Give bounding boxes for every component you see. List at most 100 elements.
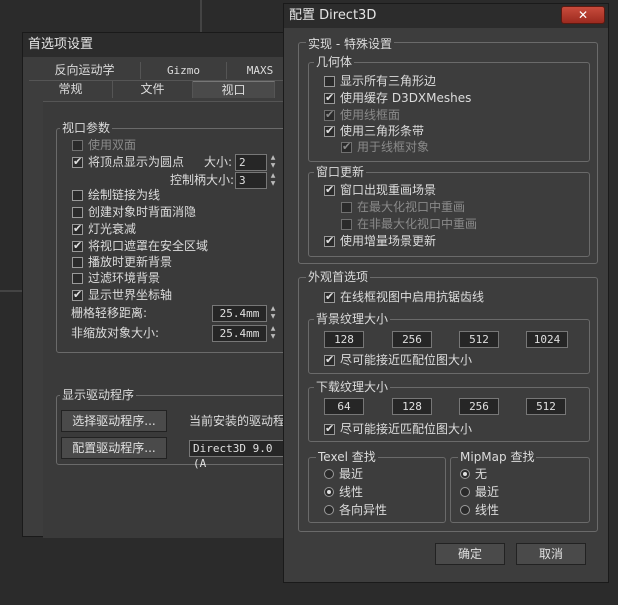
close-button[interactable]: ✕: [561, 6, 605, 24]
radio[interactable]: [460, 487, 470, 497]
grid-nudge-label: 栅格轻移距离:: [71, 306, 148, 320]
close-icon: ✕: [577, 8, 589, 22]
configure-driver-button[interactable]: 配置驱动程序...: [61, 437, 167, 459]
window-update-label: 窗口更新: [314, 165, 367, 179]
bg-size-512[interactable]: 512: [459, 331, 499, 348]
checkbox[interactable]: [324, 421, 335, 437]
texel-anisotropic[interactable]: 各向异性: [324, 502, 387, 518]
tabs-row-1: 反向运动学 Gizmo MAXS: [29, 62, 293, 81]
radio[interactable]: [324, 469, 334, 479]
draw-links-as-lines[interactable]: 绘制链接为线: [72, 187, 160, 203]
bg-size-256[interactable]: 256: [392, 331, 432, 348]
checkbox[interactable]: [324, 76, 335, 87]
checkbox[interactable]: [72, 221, 83, 237]
filter-env-backgrounds[interactable]: 过滤环境背景: [72, 270, 160, 286]
use-incremental-update[interactable]: 使用增量场景更新: [324, 233, 436, 249]
window-expose-redraws[interactable]: 窗口出现重画场景: [324, 182, 436, 198]
appearance-label: 外观首选项: [306, 270, 371, 284]
redraw-in-non-maximized[interactable]: 在非最大化视口中重画: [341, 216, 477, 232]
checkbox[interactable]: [324, 289, 335, 305]
geometry-label: 几何体: [314, 55, 355, 69]
antialias-wireframe[interactable]: 在线框视图中启用抗锯齿线: [324, 289, 484, 305]
checkbox[interactable]: [72, 287, 83, 303]
attenuate-lights[interactable]: 灯光衰减: [72, 221, 136, 237]
bg-size-1024[interactable]: 1024: [526, 331, 568, 348]
checkbox[interactable]: [324, 182, 335, 198]
preferences-window: 首选项设置 反向运动学 Gizmo MAXS 常规 文件 视口 视口参数 使用双…: [22, 32, 296, 538]
mipmap-none[interactable]: 无: [460, 466, 487, 482]
dl-size-256[interactable]: 256: [459, 398, 499, 415]
checkbox[interactable]: [324, 90, 335, 106]
vertex-as-dots[interactable]: 将顶点显示为圆点: [72, 154, 184, 170]
bg-texture-label: 背景纹理大小: [314, 312, 391, 326]
use-triangle-strips[interactable]: 使用三角形条带: [324, 123, 424, 139]
mask-to-safe-region[interactable]: 将视口遮罩在安全区域: [72, 238, 208, 254]
dl-size-64[interactable]: 64: [324, 398, 364, 415]
background-line: [200, 0, 202, 33]
dl-size-512[interactable]: 512: [526, 398, 566, 415]
config-direct3d-title: 配置 Direct3D: [289, 8, 377, 23]
texel-lookup-label: Texel 查找: [316, 450, 378, 464]
radio[interactable]: [460, 469, 470, 479]
checkbox[interactable]: [341, 202, 352, 213]
grid-nudge-input[interactable]: 25.4mm: [212, 305, 267, 322]
mipmap-lookup-label: MipMap 查找: [458, 450, 537, 464]
checkbox[interactable]: [72, 140, 83, 151]
redraw-in-maximized[interactable]: 在最大化视口中重画: [341, 199, 465, 215]
show-all-triangle-edges[interactable]: 显示所有三角形边: [324, 73, 436, 89]
preferences-titlebar[interactable]: 首选项设置: [23, 33, 291, 57]
special-settings-label: 实现 - 特殊设置: [306, 37, 394, 51]
config-direct3d-titlebar[interactable]: 配置 Direct3D ✕: [284, 4, 608, 28]
checkbox[interactable]: [324, 352, 335, 368]
checkbox[interactable]: [72, 273, 83, 284]
non-scaling-size-input[interactable]: 25.4mm: [212, 325, 267, 342]
non-scaling-size-spinner[interactable]: ▲ ▼: [268, 325, 278, 342]
handle-size-spinner[interactable]: ▲ ▼: [268, 172, 278, 189]
size-spinner[interactable]: ▲ ▼: [268, 154, 278, 171]
use-dual-planes[interactable]: 使用双面: [72, 137, 136, 153]
texel-linear[interactable]: 线性: [324, 484, 363, 500]
backface-cull-on-create[interactable]: 创建对象时背面消隐: [72, 204, 196, 220]
dl-match-bitmap-size[interactable]: 尽可能接近匹配位图大小: [324, 421, 472, 437]
ok-button[interactable]: 确定: [435, 543, 505, 565]
mipmap-linear[interactable]: 线性: [460, 502, 499, 518]
bg-size-128[interactable]: 128: [324, 331, 364, 348]
tab-viewports[interactable]: 视口: [193, 81, 275, 98]
dl-size-128[interactable]: 128: [392, 398, 432, 415]
installed-driver-label: 当前安装的驱动程: [189, 414, 286, 428]
mipmap-nearest[interactable]: 最近: [460, 484, 499, 500]
preferences-title: 首选项设置: [28, 37, 94, 52]
display-world-axis[interactable]: 显示世界坐标轴: [72, 287, 172, 303]
update-bg-while-playing[interactable]: 播放时更新背景: [72, 254, 172, 270]
checkbox[interactable]: [72, 257, 83, 268]
tab-general[interactable]: 常规: [29, 81, 113, 98]
checkbox[interactable]: [324, 233, 335, 249]
use-cached-d3dxmeshes[interactable]: 使用缓存 D3DXMeshes: [324, 90, 471, 106]
installed-driver-value: Direct3D 9.0 (A: [189, 440, 285, 470]
checkbox[interactable]: [341, 139, 352, 155]
checkbox[interactable]: [72, 190, 83, 201]
checkbox[interactable]: [324, 107, 335, 123]
radio[interactable]: [460, 505, 470, 515]
tab-files[interactable]: 文件: [113, 81, 193, 98]
tab-ik[interactable]: 反向运动学: [29, 62, 141, 79]
grid-nudge-spinner[interactable]: ▲ ▼: [268, 305, 278, 322]
checkbox[interactable]: [341, 219, 352, 230]
radio[interactable]: [324, 487, 334, 497]
texel-nearest[interactable]: 最近: [324, 466, 363, 482]
checkbox[interactable]: [72, 154, 83, 170]
use-wireframe-faces[interactable]: 使用线框面: [324, 107, 400, 123]
checkbox[interactable]: [72, 207, 83, 218]
checkbox[interactable]: [72, 238, 83, 254]
checkbox[interactable]: [324, 123, 335, 139]
size-input[interactable]: 2: [235, 154, 267, 171]
bg-match-bitmap-size[interactable]: 尽可能接近匹配位图大小: [324, 352, 472, 368]
choose-driver-button[interactable]: 选择驱动程序...: [61, 410, 167, 432]
tabs-row-2: 常规 文件 视口: [29, 81, 293, 99]
radio[interactable]: [324, 505, 334, 515]
cancel-button[interactable]: 取消: [516, 543, 586, 565]
handle-size-input[interactable]: 3: [235, 172, 267, 189]
tab-gizmo[interactable]: Gizmo: [141, 62, 227, 79]
size-label: 大小:: [204, 155, 233, 169]
for-wireframe-objects[interactable]: 用于线框对象: [341, 139, 429, 155]
